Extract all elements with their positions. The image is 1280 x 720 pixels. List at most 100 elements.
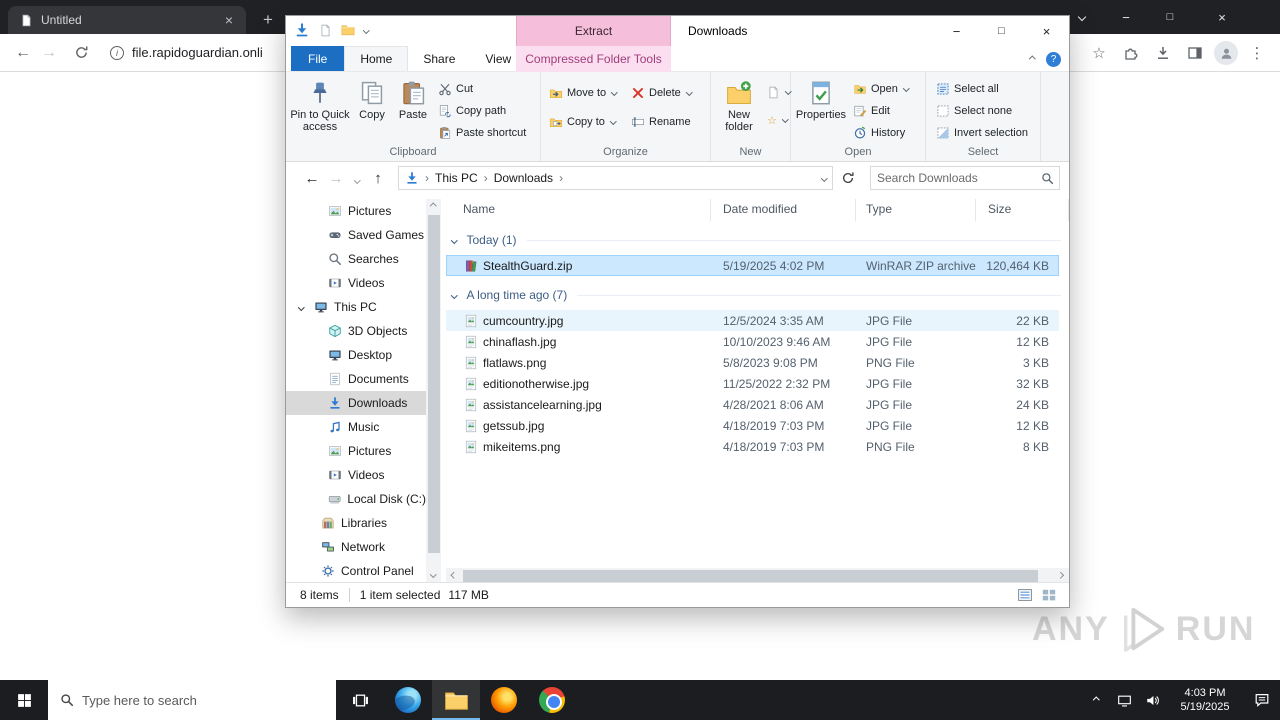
scroll-up-icon[interactable]: [426, 199, 441, 214]
search-icon[interactable]: [1041, 172, 1054, 185]
select-none-button[interactable]: Select none: [936, 101, 1012, 121]
sidebar-item-pictures[interactable]: Pictures: [286, 199, 426, 223]
start-button[interactable]: [0, 680, 48, 720]
sidebar-item-music[interactable]: Music: [286, 415, 426, 439]
sidebar-item-this-pc[interactable]: This PC: [286, 295, 426, 319]
taskbar-file-explorer-button[interactable]: [432, 680, 480, 720]
pin-to-quick-access-button[interactable]: Pin to Quick access: [288, 77, 352, 141]
sidebar-item-3d-objects[interactable]: 3D Objects: [286, 319, 426, 343]
maximize-button[interactable]: □: [979, 16, 1024, 46]
taskbar-chrome-button[interactable]: [528, 680, 576, 720]
browser-forward-icon[interactable]: →: [36, 44, 62, 62]
browser-back-icon[interactable]: ←: [10, 44, 36, 62]
sidebar-item-network[interactable]: Network: [286, 535, 426, 559]
close-button[interactable]: ×: [1024, 16, 1069, 46]
copy-button[interactable]: Copy: [352, 77, 392, 141]
sidebar-scrollbar[interactable]: [426, 199, 441, 583]
file-row-assistancelearning-jpg[interactable]: assistancelearning.jpg 4/28/2021 8:06 AM…: [446, 394, 1059, 415]
copy-path-button[interactable]: Copy path: [438, 101, 506, 121]
taskbar-clock[interactable]: 4:03 PM 5/19/2025: [1166, 686, 1244, 714]
hidden-icons-chevron-icon[interactable]: [1082, 680, 1110, 720]
file-row-chinaflash-jpg[interactable]: chinaflash.jpg 10/10/2023 9:46 AM JPG Fi…: [446, 331, 1059, 352]
volume-tray-icon[interactable]: [1138, 680, 1166, 720]
profile-avatar[interactable]: [1214, 41, 1238, 65]
help-icon[interactable]: ?: [1046, 51, 1061, 67]
new-folder-button[interactable]: New folder: [715, 77, 763, 141]
sidebar-item-libraries[interactable]: Libraries: [286, 511, 426, 535]
refresh-icon[interactable]: [836, 166, 860, 190]
sidebar-item-videos-2[interactable]: Videos: [286, 463, 426, 487]
nav-back-icon[interactable]: ←: [300, 170, 324, 187]
scrollbar-thumb[interactable]: [463, 569, 1038, 582]
column-header-size[interactable]: Size: [976, 199, 1069, 221]
explorer-search-box[interactable]: [870, 166, 1060, 190]
collapse-ribbon-icon[interactable]: [1028, 55, 1035, 63]
file-row-cumcountry-jpg[interactable]: cumcountry.jpg 12/5/2024 3:35 AM JPG Fil…: [446, 310, 1059, 331]
recent-locations-icon[interactable]: [348, 171, 366, 185]
copy-to-button[interactable]: Copy to: [549, 112, 617, 132]
delete-button[interactable]: Delete: [631, 83, 693, 103]
sidebar-item-control-panel[interactable]: Control Panel: [286, 559, 426, 583]
move-to-button[interactable]: Move to: [549, 83, 618, 103]
group-collapse-icon[interactable]: [451, 291, 458, 299]
expander-icon[interactable]: [298, 303, 305, 311]
column-header-name[interactable]: Name: [446, 199, 711, 221]
group-collapse-icon[interactable]: [451, 236, 458, 244]
breadcrumb-downloads[interactable]: Downloads: [494, 171, 553, 185]
new-item-button[interactable]: [767, 82, 792, 102]
file-row-stealthguard-zip[interactable]: StealthGuard.zip 5/19/2025 4:02 PM WinRA…: [446, 255, 1059, 276]
sidebar-item-pictures-2[interactable]: Pictures: [286, 439, 426, 463]
action-center-icon[interactable]: [1244, 680, 1280, 720]
taskbar-firefox-button[interactable]: [480, 680, 528, 720]
scroll-left-icon[interactable]: [446, 568, 461, 583]
sidebar-item-documents[interactable]: Documents: [286, 367, 426, 391]
breadcrumb-bar[interactable]: › This PC › Downloads ›: [398, 166, 833, 190]
tab-home[interactable]: Home: [344, 46, 409, 71]
extensions-icon[interactable]: [1118, 40, 1144, 66]
horizontal-scrollbar[interactable]: [446, 568, 1069, 583]
tab-compressed-folder-tools[interactable]: Compressed Folder Tools: [516, 46, 671, 72]
paste-shortcut-button[interactable]: Paste shortcut: [438, 123, 526, 143]
paste-button[interactable]: Paste: [392, 77, 434, 141]
new-tab-button[interactable]: +: [256, 8, 280, 32]
qat-customize-icon[interactable]: [363, 26, 370, 34]
tab-close-icon[interactable]: ×: [220, 12, 238, 28]
browser-refresh-icon[interactable]: [68, 44, 94, 62]
breadcrumb-this-pc[interactable]: This PC: [435, 171, 478, 185]
taskbar-search-input[interactable]: [82, 692, 302, 708]
scroll-down-icon[interactable]: [426, 568, 441, 583]
scroll-right-icon[interactable]: [1054, 568, 1069, 583]
network-tray-icon[interactable]: [1110, 680, 1138, 720]
task-view-button[interactable]: [336, 680, 384, 720]
explorer-titlebar[interactable]: Extract Downloads − □ ×: [286, 16, 1069, 46]
qat-properties-icon[interactable]: [319, 24, 332, 37]
file-row-editionotherwise-jpg[interactable]: editionotherwise.jpg 11/25/2022 2:32 PM …: [446, 373, 1059, 394]
rename-button[interactable]: Rename: [631, 112, 691, 132]
nav-up-icon[interactable]: ↑: [366, 170, 390, 187]
history-button[interactable]: History: [853, 123, 905, 143]
sidebar-item-downloads[interactable]: Downloads: [286, 391, 426, 415]
sidebar-item-videos[interactable]: Videos: [286, 271, 426, 295]
tab-share[interactable]: Share: [408, 46, 470, 71]
thumbnails-view-icon[interactable]: [1041, 587, 1057, 603]
sidebar-item-desktop[interactable]: Desktop: [286, 343, 426, 367]
side-panel-icon[interactable]: [1182, 40, 1208, 66]
sidebar-item-saved-games[interactable]: Saved Games: [286, 223, 426, 247]
sidebar-item-searches[interactable]: Searches: [286, 247, 426, 271]
properties-button[interactable]: Properties: [793, 77, 849, 141]
tab-file[interactable]: File: [291, 46, 345, 71]
minimize-button[interactable]: −: [934, 16, 979, 46]
qat-new-folder-icon[interactable]: [341, 23, 355, 37]
select-all-button[interactable]: Select all: [936, 79, 999, 99]
address-dropdown-icon[interactable]: [820, 174, 827, 182]
group-header-long-time-ago[interactable]: A long time ago (7): [446, 284, 1069, 306]
cut-button[interactable]: Cut: [438, 79, 473, 99]
details-view-icon[interactable]: [1017, 587, 1033, 603]
address-bar-url[interactable]: file.rapidoguardian.onli: [132, 45, 263, 60]
easy-access-button[interactable]: ☆: [767, 110, 789, 130]
edit-button[interactable]: Edit: [853, 101, 890, 121]
nav-forward-icon[interactable]: →: [324, 170, 348, 187]
taskbar-search-box[interactable]: [48, 680, 336, 720]
viewer-minimize-button[interactable]: −: [1104, 0, 1148, 34]
open-button[interactable]: Open: [853, 79, 910, 99]
